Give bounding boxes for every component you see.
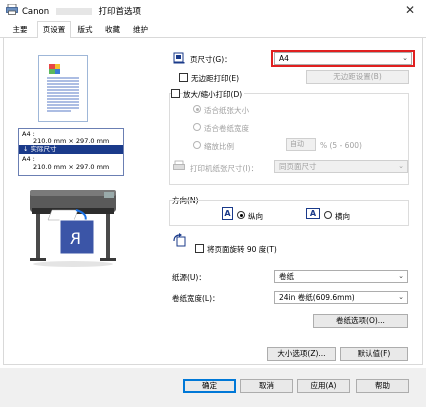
tab-favorites[interactable]: 收藏: [99, 22, 126, 38]
printer-app-icon: [6, 4, 18, 15]
tab-maintenance[interactable]: 维护: [127, 22, 154, 38]
title-bar: Canon 打印首选项 ✕: [0, 0, 426, 20]
chevron-down-icon: ⌄: [398, 162, 404, 170]
help-button[interactable]: 帮助: [356, 379, 409, 393]
page-size-highlight: [271, 50, 415, 67]
apply-button[interactable]: 应用(A): [297, 379, 350, 393]
scale-range: % (5 - 600): [320, 141, 362, 150]
landscape-icon: A: [306, 208, 320, 219]
rotate-page-icon: [173, 233, 186, 247]
scaling-checkbox[interactable]: [171, 89, 180, 98]
scale-spinner-value: 自动: [290, 140, 304, 148]
portrait-radio[interactable]: [237, 211, 245, 219]
borderless-label: 无边距打印(E): [191, 74, 240, 83]
size-info-line3: A4 :: [22, 155, 35, 163]
tab-main[interactable]: 主要: [6, 22, 34, 38]
defaults-button[interactable]: 默认值(F): [340, 347, 408, 361]
close-icon: ✕: [404, 3, 416, 17]
fit-paper-radio[interactable]: [193, 105, 201, 113]
printer-illustration: R: [30, 190, 116, 267]
close-button[interactable]: ✕: [400, 2, 420, 18]
size-info-panel: A4 : 210.0 mm × 297.0 mm ↓ 实际尺寸 A4 : 210…: [18, 128, 124, 176]
print-size-value: 同页面尺寸: [279, 162, 317, 171]
scale-label: 缩放比例: [204, 142, 234, 151]
window-title-redacted: [55, 8, 92, 15]
svg-text:R: R: [70, 229, 81, 248]
scale-spinner[interactable]: 自动: [286, 138, 316, 151]
size-options-button[interactable]: 大小选项(Z)...: [267, 347, 336, 361]
tab-strip: 主要 页设置 版式 收藏 维护: [0, 21, 426, 39]
paper-source-select[interactable]: 卷纸 ⌄: [274, 270, 408, 283]
actual-size-bar: ↓ 实际尺寸: [19, 145, 123, 154]
window-title: Canon 打印首选项: [22, 5, 141, 17]
print-size-label: 打印机纸张尺寸(I)：: [190, 164, 259, 173]
landscape-radio[interactable]: [324, 211, 332, 219]
print-size-select[interactable]: 同页面尺寸 ⌄: [274, 160, 408, 173]
fit-roll-label: 适合卷纸宽度: [204, 124, 249, 133]
page-size-icon: [173, 52, 185, 64]
chevron-down-icon: ⌄: [398, 293, 404, 301]
roll-width-select[interactable]: 24in 卷纸(609.6mm) ⌄: [274, 291, 408, 304]
roll-options-button[interactable]: 卷纸选项(O)...: [313, 314, 408, 328]
paper-source-label: 纸源(U)：: [172, 273, 206, 282]
fit-roll-radio[interactable]: [193, 123, 201, 131]
ok-button[interactable]: 确定: [183, 379, 236, 393]
page-preview-image: [47, 64, 79, 112]
scaling-group-label: 放大/缩小打印(D): [183, 89, 245, 100]
size-info-line4: 210.0 mm × 297.0 mm: [33, 163, 110, 171]
landscape-label: 横向: [335, 212, 350, 221]
page-size-label: 页尺寸(G)：: [190, 55, 232, 64]
borderless-settings-button[interactable]: 无边距设置(B): [306, 70, 409, 84]
roll-width-label: 卷纸宽度(L)：: [172, 294, 220, 303]
tab-layout[interactable]: 版式: [72, 22, 98, 38]
chevron-down-icon: ⌄: [398, 272, 404, 280]
window-title-text: 打印首选项: [98, 7, 142, 17]
orientation-group: [169, 200, 409, 226]
borderless-checkbox[interactable]: [179, 73, 188, 82]
scale-radio[interactable]: [193, 141, 201, 149]
paper-source-value: 卷纸: [279, 272, 294, 281]
tab-page-setup[interactable]: 页设置: [37, 21, 71, 39]
portrait-label: 纵向: [248, 212, 263, 221]
printer-paper-icon: [173, 160, 185, 170]
rotate-checkbox[interactable]: [195, 244, 204, 253]
size-info-line2: 210.0 mm × 297.0 mm: [33, 137, 110, 145]
fit-paper-label: 适合纸张大小: [204, 106, 249, 115]
cancel-button[interactable]: 取消: [240, 379, 293, 393]
roll-width-value: 24in 卷纸(609.6mm): [279, 293, 355, 302]
portrait-icon: A: [222, 207, 233, 220]
rotate-label: 将页面旋转 90 度(T): [207, 245, 277, 254]
window-title-brand: Canon: [22, 7, 50, 17]
